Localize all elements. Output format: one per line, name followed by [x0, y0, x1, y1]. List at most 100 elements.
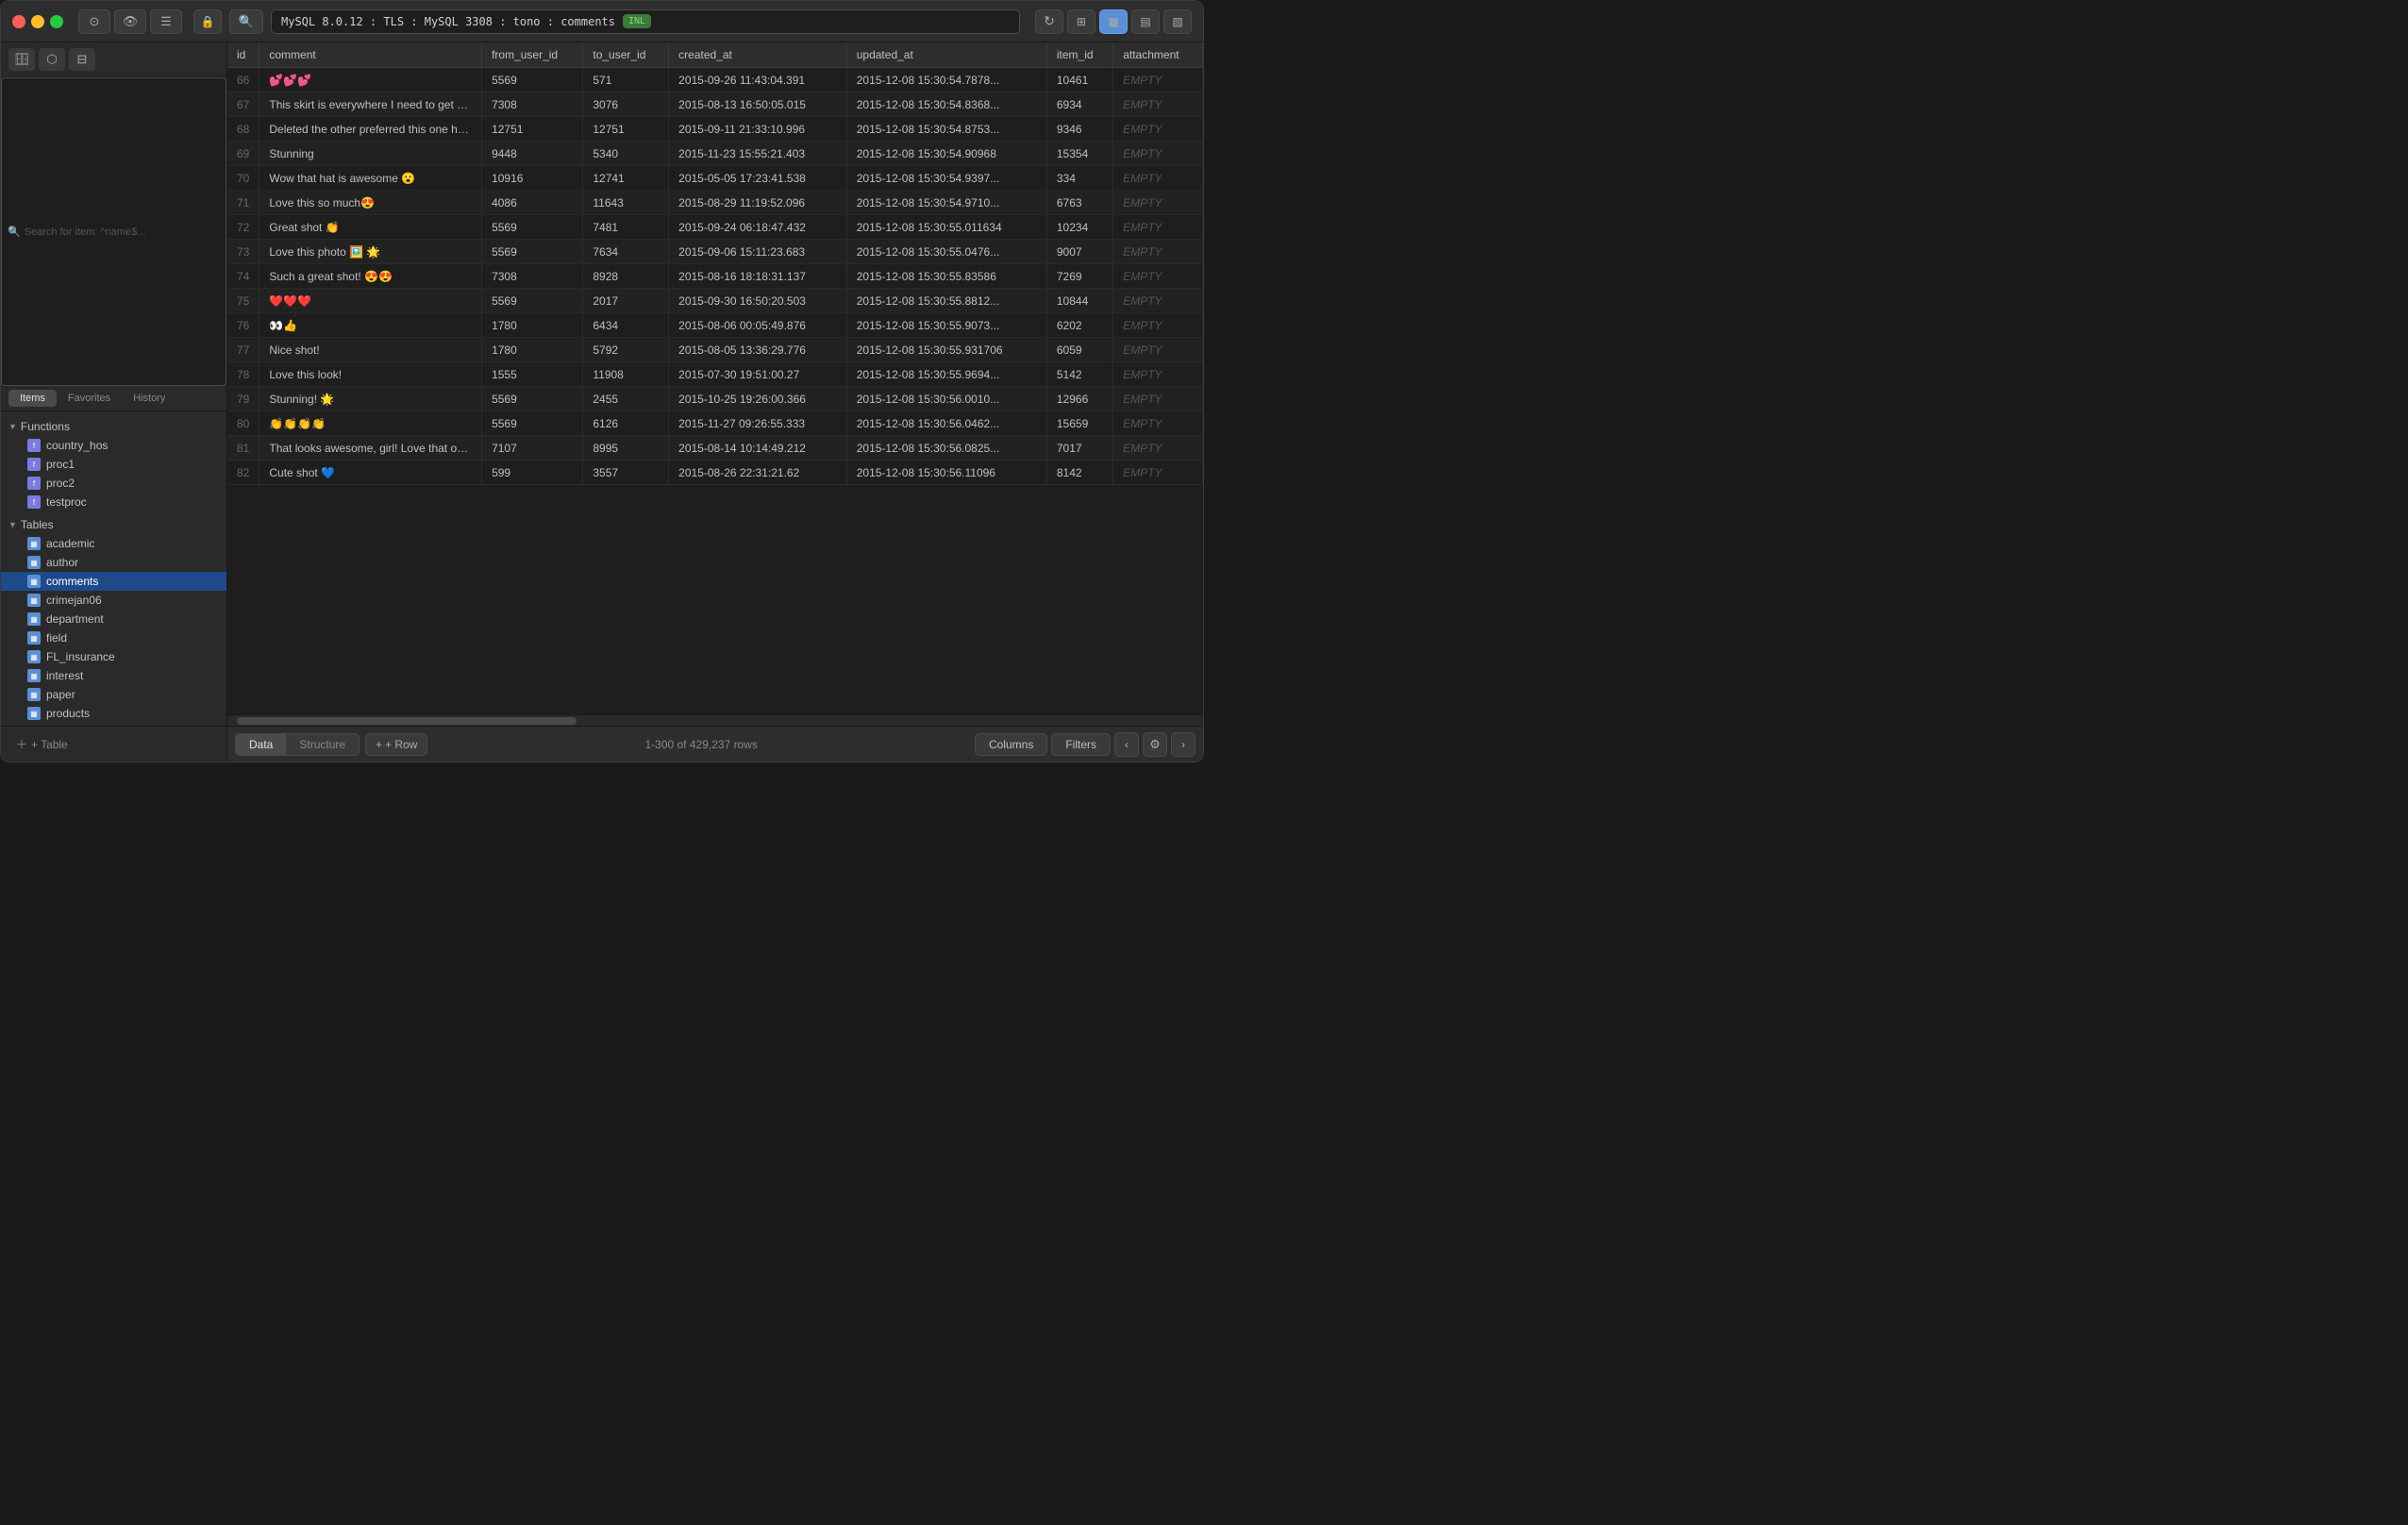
cell-created_at[interactable]: 2015-11-27 09:26:55.333 — [669, 411, 847, 436]
table-row[interactable]: 77Nice shot!178057922015-08-05 13:36:29.… — [227, 338, 1203, 362]
table-row[interactable]: 72Great shot 👏556974812015-09-24 06:18:4… — [227, 215, 1203, 240]
cell-attachment[interactable]: EMPTY — [1113, 362, 1203, 387]
cell-id[interactable]: 76 — [227, 313, 259, 338]
cell-attachment[interactable]: EMPTY — [1113, 387, 1203, 411]
cell-item_id[interactable]: 10844 — [1046, 289, 1112, 313]
cell-item_id[interactable]: 9346 — [1046, 117, 1112, 142]
cell-id[interactable]: 77 — [227, 338, 259, 362]
cell-attachment[interactable]: EMPTY — [1113, 411, 1203, 436]
cell-comment[interactable]: Deleted the other preferred this one hah… — [259, 117, 482, 142]
cell-updated_at[interactable]: 2015-12-08 15:30:55.9694... — [846, 362, 1046, 387]
cell-attachment[interactable]: EMPTY — [1113, 191, 1203, 215]
table-row[interactable]: 82Cute shot 💙59935572015-08-26 22:31:21.… — [227, 461, 1203, 485]
tab-data[interactable]: Data — [236, 734, 286, 755]
sidebar-item-proc2[interactable]: f proc2 — [1, 474, 226, 493]
close-button[interactable] — [12, 15, 25, 28]
split-view-button[interactable]: ▤ — [1131, 9, 1160, 34]
cell-from_user_id[interactable]: 1780 — [482, 338, 583, 362]
minimize-button[interactable] — [31, 15, 44, 28]
sidebar-item-products[interactable]: ▦ products — [1, 704, 226, 723]
col-header-item_id[interactable]: item_id — [1046, 42, 1112, 68]
cell-id[interactable]: 78 — [227, 362, 259, 387]
cell-comment[interactable]: ❤️❤️❤️ — [259, 289, 482, 313]
maximize-button[interactable] — [50, 15, 63, 28]
cell-from_user_id[interactable]: 5569 — [482, 289, 583, 313]
sidebar-item-testproc[interactable]: f testproc — [1, 493, 226, 511]
cell-created_at[interactable]: 2015-09-06 15:11:23.683 — [669, 240, 847, 264]
cell-comment[interactable]: Love this photo 🖼️ 🌟 — [259, 240, 482, 264]
db-icon[interactable]: 🗄 — [8, 48, 35, 71]
columns-button[interactable]: Columns — [975, 733, 1047, 756]
cell-comment[interactable]: Nice shot! — [259, 338, 482, 362]
col-header-to_user_id[interactable]: to_user_id — [583, 42, 669, 68]
cell-to_user_id[interactable]: 7481 — [583, 215, 669, 240]
cell-created_at[interactable]: 2015-07-30 19:51:00.27 — [669, 362, 847, 387]
cell-created_at[interactable]: 2015-08-26 22:31:21.62 — [669, 461, 847, 485]
cell-from_user_id[interactable]: 5569 — [482, 215, 583, 240]
add-row-button[interactable]: + + Row — [365, 733, 427, 756]
cell-to_user_id[interactable]: 5340 — [583, 142, 669, 166]
cell-to_user_id[interactable]: 5792 — [583, 338, 669, 362]
tab-history[interactable]: History — [122, 390, 176, 407]
cell-updated_at[interactable]: 2015-12-08 15:30:54.7878... — [846, 68, 1046, 92]
cell-id[interactable]: 69 — [227, 142, 259, 166]
cell-comment[interactable]: Love this so much😍 — [259, 191, 482, 215]
cell-updated_at[interactable]: 2015-12-08 15:30:54.9710... — [846, 191, 1046, 215]
cell-created_at[interactable]: 2015-09-11 21:33:10.996 — [669, 117, 847, 142]
nav-icon[interactable]: ⊙ — [78, 9, 110, 34]
cell-created_at[interactable]: 2015-08-05 13:36:29.776 — [669, 338, 847, 362]
cell-attachment[interactable]: EMPTY — [1113, 289, 1203, 313]
cell-attachment[interactable]: EMPTY — [1113, 68, 1203, 92]
cell-attachment[interactable]: EMPTY — [1113, 264, 1203, 289]
cell-id[interactable]: 74 — [227, 264, 259, 289]
functions-header[interactable]: ▼ Functions — [1, 417, 226, 436]
cell-comment[interactable]: That looks awesome, girl! Love that outf… — [259, 436, 482, 461]
cell-to_user_id[interactable]: 8928 — [583, 264, 669, 289]
cell-item_id[interactable]: 6059 — [1046, 338, 1112, 362]
add-table-button[interactable]: ＋ + Table — [8, 732, 75, 756]
sidebar-search[interactable]: 🔍 Search for item: ^name$... — [1, 77, 226, 386]
cell-item_id[interactable]: 10461 — [1046, 68, 1112, 92]
cell-updated_at[interactable]: 2015-12-08 15:30:54.8368... — [846, 92, 1046, 117]
cell-updated_at[interactable]: 2015-12-08 15:30:55.83586 — [846, 264, 1046, 289]
cell-to_user_id[interactable]: 3557 — [583, 461, 669, 485]
cell-from_user_id[interactable]: 7308 — [482, 264, 583, 289]
table-row[interactable]: 70Wow that hat is awesome 😮1091612741201… — [227, 166, 1203, 191]
sidebar-item-field[interactable]: ▦ field — [1, 628, 226, 647]
cell-updated_at[interactable]: 2015-12-08 15:30:56.0010... — [846, 387, 1046, 411]
cell-item_id[interactable]: 6202 — [1046, 313, 1112, 338]
cell-updated_at[interactable]: 2015-12-08 15:30:56.0825... — [846, 436, 1046, 461]
grid-view-button[interactable]: ⊞ — [1067, 9, 1095, 34]
cell-attachment[interactable]: EMPTY — [1113, 117, 1203, 142]
cell-from_user_id[interactable]: 9448 — [482, 142, 583, 166]
col-header-from_user_id[interactable]: from_user_id — [482, 42, 583, 68]
cell-item_id[interactable]: 15659 — [1046, 411, 1112, 436]
cell-updated_at[interactable]: 2015-12-08 15:30:55.9073... — [846, 313, 1046, 338]
sidebar-item-country_hos[interactable]: f country_hos — [1, 436, 226, 455]
cell-to_user_id[interactable]: 6434 — [583, 313, 669, 338]
cell-from_user_id[interactable]: 7308 — [482, 92, 583, 117]
cell-attachment[interactable]: EMPTY — [1113, 240, 1203, 264]
cell-attachment[interactable]: EMPTY — [1113, 338, 1203, 362]
cell-attachment[interactable]: EMPTY — [1113, 215, 1203, 240]
table-row[interactable]: 68Deleted the other preferred this one h… — [227, 117, 1203, 142]
sidebar-item-academic[interactable]: ▦ academic — [1, 534, 226, 553]
cell-id[interactable]: 73 — [227, 240, 259, 264]
cell-updated_at[interactable]: 2015-12-08 15:30:56.0462... — [846, 411, 1046, 436]
horizontal-scrollbar[interactable] — [227, 714, 1203, 726]
col-header-attachment[interactable]: attachment — [1113, 42, 1203, 68]
cell-attachment[interactable]: EMPTY — [1113, 313, 1203, 338]
cell-attachment[interactable]: EMPTY — [1113, 166, 1203, 191]
cell-comment[interactable]: Stunning! 🌟 — [259, 387, 482, 411]
cell-created_at[interactable]: 2015-08-06 00:05:49.876 — [669, 313, 847, 338]
cell-to_user_id[interactable]: 571 — [583, 68, 669, 92]
cell-attachment[interactable]: EMPTY — [1113, 92, 1203, 117]
table-row[interactable]: 71Love this so much😍4086116432015-08-29 … — [227, 191, 1203, 215]
table-row[interactable]: 73Love this photo 🖼️ 🌟556976342015-09-06… — [227, 240, 1203, 264]
cell-attachment[interactable]: EMPTY — [1113, 461, 1203, 485]
cell-id[interactable]: 66 — [227, 68, 259, 92]
lock-icon[interactable]: 🔒 — [193, 9, 222, 34]
cell-to_user_id[interactable]: 6126 — [583, 411, 669, 436]
cell-id[interactable]: 79 — [227, 387, 259, 411]
cell-created_at[interactable]: 2015-08-13 16:50:05.015 — [669, 92, 847, 117]
